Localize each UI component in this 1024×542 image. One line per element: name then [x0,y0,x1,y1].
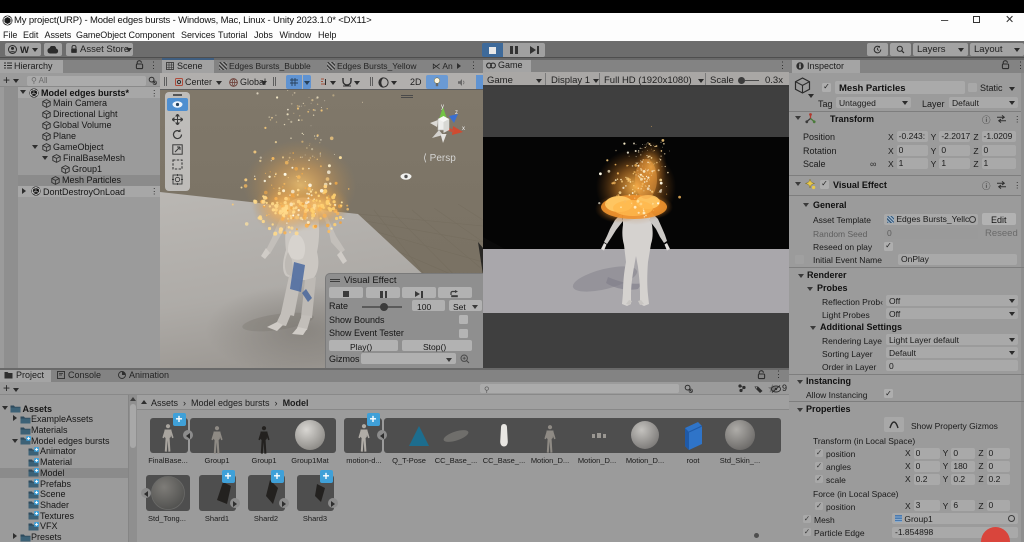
svg-text:z: z [455,110,458,116]
svg-text:y: y [441,104,444,110]
svg-text:x: x [462,126,465,132]
